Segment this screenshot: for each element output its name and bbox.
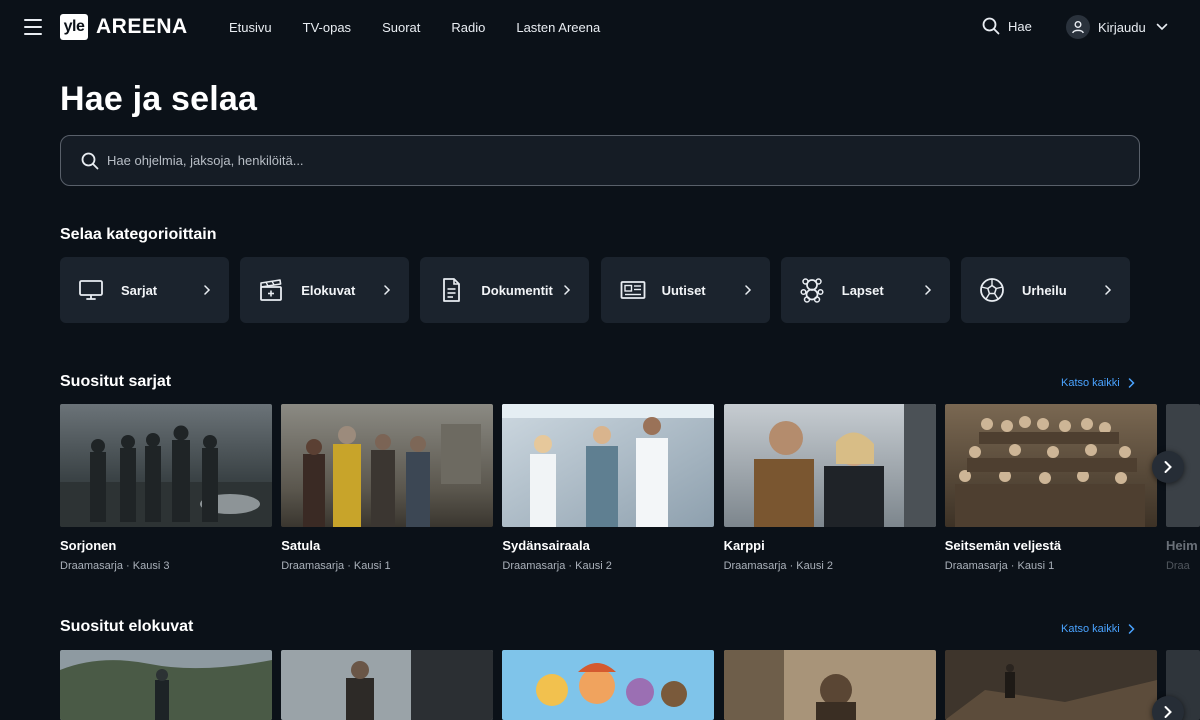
chevron-right-icon	[204, 285, 211, 295]
nav-item-lasten-areena[interactable]: Lasten Areena	[516, 20, 600, 35]
search-input[interactable]	[107, 136, 1139, 185]
page-title: Hae ja selaa	[60, 80, 258, 118]
card-title: Karppi	[723, 538, 765, 553]
chevron-right-icon	[564, 285, 571, 295]
see-all-label: Katso kaikki	[1061, 623, 1120, 635]
movie-thumbnail	[723, 650, 936, 720]
nav-item-radio[interactable]: Radio	[451, 20, 485, 35]
yle-logo-mark: yle	[60, 14, 88, 40]
category-urheilu[interactable]: Urheilu	[960, 257, 1130, 323]
category-label: Dokumentit	[481, 282, 553, 298]
card-subtitle: Draamasarja · Kausi 1	[944, 560, 1055, 572]
card-title: Satula	[281, 538, 321, 553]
series-card-sorjonen[interactable]: Sorjonen Draamasarja · Kausi 3	[60, 404, 272, 572]
categories-title: Selaa kategorioittain	[60, 226, 217, 243]
teddy-bear-icon	[800, 278, 824, 303]
series-carousel: Sorjonen Draamasarja · Kausi 3 Satula Dr…	[60, 404, 1200, 572]
popular-movies-title: Suositut elokuvat	[60, 618, 194, 635]
series-thumbnail	[944, 404, 1157, 527]
newspaper-icon	[620, 281, 645, 299]
nav-item-etusivu[interactable]: Etusivu	[229, 20, 272, 35]
login-button[interactable]: Kirjaudu	[1066, 15, 1168, 39]
search-icon	[81, 152, 99, 170]
user-icon	[1072, 21, 1084, 34]
card-subtitle: Draamasarja · Kausi 2	[723, 560, 833, 572]
header-search-button[interactable]: Hae	[982, 17, 1032, 35]
card-subtitle: Draamasarja · Kausi 1	[281, 560, 391, 572]
series-thumbnail	[60, 404, 272, 527]
popular-series-title: Suositut sarjat	[60, 373, 172, 390]
chevron-right-icon	[925, 285, 931, 295]
main-nav: Etusivu TV-opas Suorat Radio Lasten Aree…	[229, 0, 631, 54]
category-list: Sarjat Elokuvat Dokumentit Uutiset Lapse…	[60, 257, 1141, 323]
tv-icon	[79, 280, 103, 300]
chevron-right-icon	[1128, 624, 1135, 634]
card-subtitle: Draamasarja · Kausi 2	[502, 560, 612, 572]
movie-thumbnail	[944, 650, 1157, 720]
see-all-movies-link[interactable]: Katso kaikki	[1061, 623, 1135, 635]
category-label: Lapset	[841, 282, 884, 298]
movie-card[interactable]	[502, 650, 715, 720]
series-card-karppi[interactable]: Karppi Draamasarja · Kausi 2	[723, 404, 936, 572]
chevron-right-icon	[1128, 378, 1135, 388]
movie-thumbnail	[502, 650, 715, 720]
movie-card[interactable]	[60, 650, 272, 720]
series-thumbnail	[502, 404, 715, 527]
movie-card[interactable]	[944, 650, 1157, 720]
chevron-right-icon	[1164, 461, 1172, 473]
category-uutiset[interactable]: Uutiset	[600, 257, 770, 323]
menu-icon[interactable]	[24, 19, 42, 35]
logo[interactable]: yle AREENA	[60, 14, 188, 40]
avatar	[1066, 15, 1090, 39]
card-title: Heim	[1165, 538, 1198, 553]
category-label: Elokuvat	[301, 282, 356, 298]
document-icon	[443, 278, 461, 302]
card-title: Seitsemän veljestä	[944, 538, 1062, 553]
movie-thumbnail	[281, 650, 494, 720]
series-thumbnail	[281, 404, 494, 527]
see-all-label: Katso kaikki	[1061, 377, 1120, 389]
series-card-sydansairaala[interactable]: Sydänsairaala Draamasarja · Kausi 2	[502, 404, 715, 572]
category-label: Uutiset	[661, 282, 706, 298]
series-card-partial[interactable]: Heim Draa	[1165, 404, 1200, 572]
search-icon	[982, 17, 1000, 35]
see-all-series-link[interactable]: Katso kaikki	[1061, 377, 1135, 389]
login-label: Kirjaudu	[1098, 19, 1146, 35]
movies-carousel-next-button[interactable]	[1152, 696, 1184, 720]
movie-card[interactable]	[281, 650, 494, 720]
series-thumbnail	[723, 404, 936, 527]
category-label: Sarjat	[121, 282, 158, 298]
logo-text: AREENA	[96, 15, 188, 38]
card-subtitle: Draa	[1165, 560, 1190, 572]
nav-item-suorat[interactable]: Suorat	[382, 20, 420, 35]
chevron-right-icon	[1105, 285, 1111, 295]
card-subtitle: Draamasarja · Kausi 3	[60, 560, 170, 572]
category-label: Urheilu	[1021, 282, 1067, 298]
chevron-down-icon	[1156, 23, 1168, 31]
carousel-next-button[interactable]	[1152, 451, 1184, 483]
nav-item-tv-opas[interactable]: TV-opas	[303, 20, 351, 35]
card-title: Sorjonen	[60, 538, 117, 553]
football-icon	[980, 278, 1004, 302]
chevron-right-icon	[744, 285, 751, 295]
movies-carousel	[60, 650, 1200, 720]
category-dokumentit[interactable]: Dokumentit	[420, 257, 590, 323]
chevron-right-icon	[1164, 706, 1172, 718]
movie-card[interactable]	[723, 650, 936, 720]
movie-thumbnail	[60, 650, 272, 720]
series-card-seitseman-veljesta[interactable]: Seitsemän veljestä Draamasarja · Kausi 1	[944, 404, 1157, 572]
chevron-right-icon	[384, 285, 391, 295]
top-bar: yle AREENA Etusivu TV-opas Suorat Radio …	[0, 0, 1200, 54]
category-elokuvat[interactable]: Elokuvat	[240, 257, 410, 323]
search-box[interactable]	[60, 135, 1140, 186]
card-title: Sydänsairaala	[502, 538, 590, 553]
clapperboard-icon	[260, 279, 283, 301]
header-search-label: Hae	[1008, 18, 1032, 34]
series-card-satula[interactable]: Satula Draamasarja · Kausi 1	[281, 404, 494, 572]
category-lapset[interactable]: Lapset	[780, 257, 950, 323]
category-sarjat[interactable]: Sarjat	[60, 257, 229, 323]
